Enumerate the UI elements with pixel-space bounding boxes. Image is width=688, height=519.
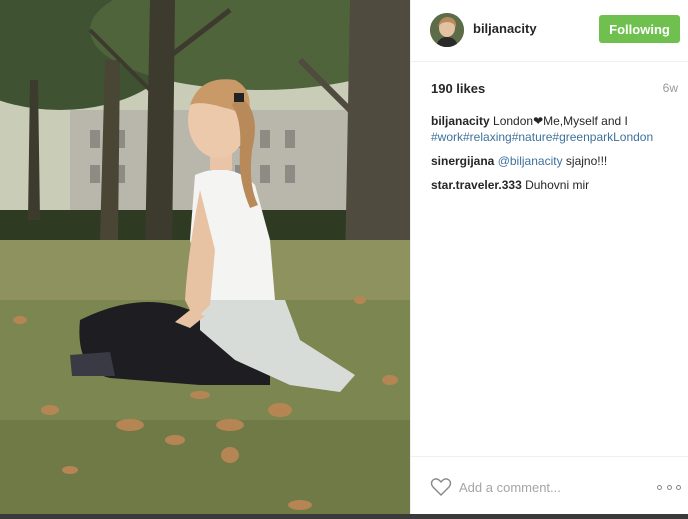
like-count[interactable]: 190 likes bbox=[431, 81, 485, 96]
more-dot bbox=[676, 484, 681, 490]
add-comment-input[interactable] bbox=[459, 478, 629, 496]
heart-outline-icon[interactable] bbox=[430, 477, 452, 497]
comment: star.traveler.333 Duhovni mir bbox=[431, 177, 681, 193]
comment-username[interactable]: star.traveler.333 bbox=[431, 178, 522, 192]
comment-text: Me,Myself and I bbox=[543, 114, 628, 128]
comment-username[interactable]: sinergijana bbox=[431, 154, 494, 168]
comment: sinergijana @biljanacity sjajno!!! bbox=[431, 153, 681, 169]
comment-list: biljanacity London❤Me,Myself and I #work… bbox=[431, 113, 681, 201]
more-dot bbox=[657, 484, 662, 490]
comment-hashtags[interactable]: #work#relaxing#nature#greenparkLondon bbox=[431, 130, 653, 144]
comment-text: Duhovni mir bbox=[521, 178, 590, 192]
more-options-icon[interactable] bbox=[657, 483, 681, 491]
window-bottom-bar bbox=[0, 514, 688, 519]
post-footer bbox=[411, 456, 688, 514]
post-details-panel: biljanacity Following 190 likes 6w bilja… bbox=[410, 0, 688, 514]
post-photo[interactable] bbox=[0, 0, 410, 514]
comment-text: London bbox=[489, 114, 534, 128]
comment-text: sjajno!!! bbox=[562, 154, 608, 168]
post-header: biljanacity Following bbox=[411, 0, 688, 62]
following-button[interactable]: Following bbox=[599, 15, 680, 43]
more-dot bbox=[666, 484, 672, 490]
post-username[interactable]: biljanacity bbox=[473, 21, 537, 36]
black-heart-icon: ❤ bbox=[533, 114, 544, 128]
post-age[interactable]: 6w bbox=[663, 81, 678, 95]
caption-comment: biljanacity London❤Me,Myself and I #work… bbox=[431, 113, 681, 145]
comment-mention[interactable]: @biljanacity bbox=[498, 154, 563, 168]
comment-username[interactable]: biljanacity bbox=[431, 114, 490, 128]
avatar[interactable] bbox=[430, 13, 464, 47]
